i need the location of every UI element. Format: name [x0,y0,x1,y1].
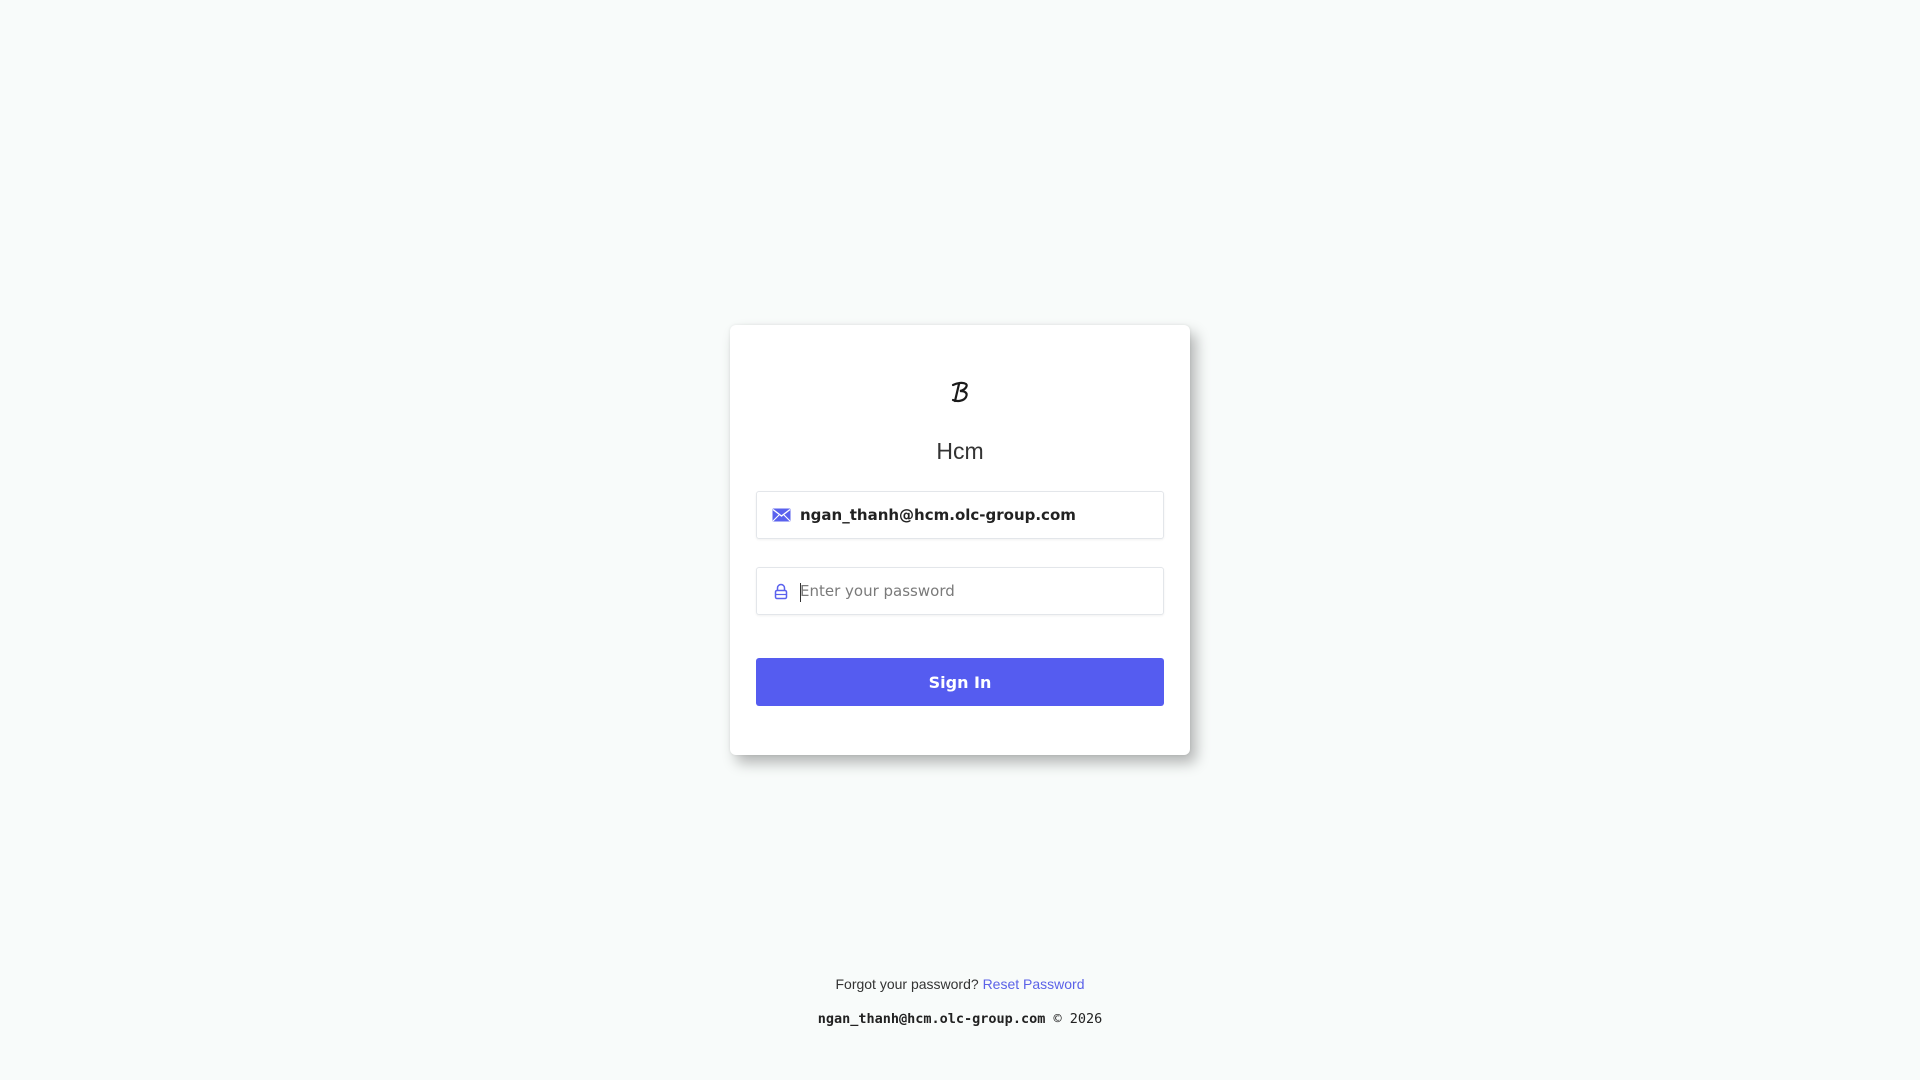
login-card: Sign In [730,325,1190,755]
copyright-year: © 2026 [1053,1011,1103,1027]
sign-in-button[interactable]: Sign In [756,658,1164,706]
brand-logo [730,379,1190,409]
login-page: Sign In Hcm Forgot your password? Reset … [0,0,1920,1080]
brand-script-b-icon [949,380,971,409]
password-field[interactable] [756,567,1164,615]
forgot-password-line: Forgot your password? Reset Password [0,976,1920,992]
copyright-line: ngan_thanh@hcm.olc-group.com © 2026 [0,1011,1920,1027]
email-field[interactable] [756,491,1164,539]
reset-password-link[interactable]: Reset Password [983,976,1085,992]
email-input[interactable] [800,492,1151,538]
text-caret [800,583,801,602]
forgot-password-text: Forgot your password? [835,976,979,992]
password-input[interactable] [800,568,1151,614]
lock-icon [770,580,792,602]
copyright-email: ngan_thanh@hcm.olc-group.com [817,1011,1046,1027]
app-title: Hcm [936,438,984,464]
envelope-icon [770,504,792,526]
